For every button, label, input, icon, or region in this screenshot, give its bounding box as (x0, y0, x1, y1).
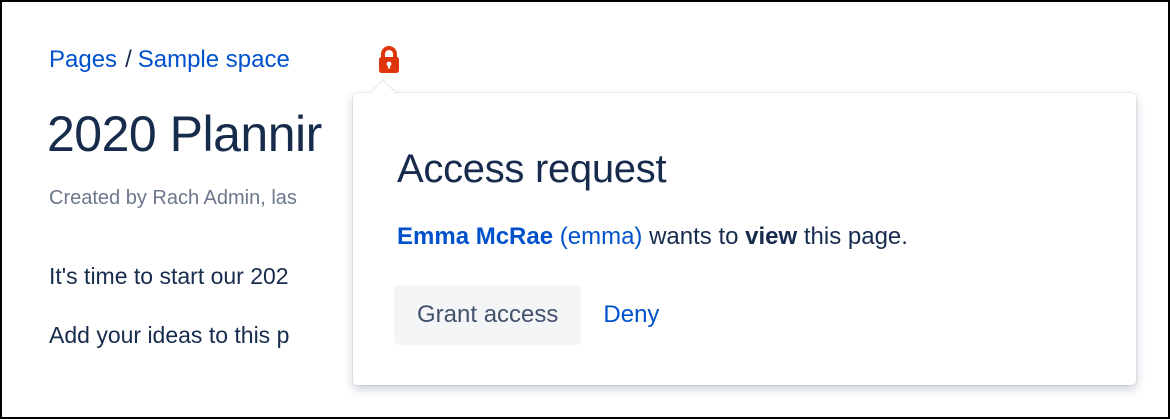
dialog-title: Access request (397, 147, 667, 191)
access-request-message: Emma McRae (emma) wants to view this pag… (397, 221, 908, 253)
body-paragraph: It's time to start our 202 (49, 263, 289, 289)
dialog-pointer (371, 80, 395, 104)
dialog-actions: Grant access Deny (394, 285, 659, 345)
requester-username: (emma) (559, 223, 643, 250)
page-title: 2020 Plannir (47, 106, 322, 162)
breadcrumb-separator: / (125, 46, 132, 73)
breadcrumb-pages-link[interactable]: Pages (49, 46, 117, 73)
request-text-suffix: this page. (803, 223, 908, 250)
page-frame: Pages / Sample space 2020 Plannir Created … (0, 0, 1170, 419)
deny-button[interactable]: Deny (603, 285, 659, 345)
breadcrumb: Pages / Sample space (49, 44, 290, 76)
requester-name-link[interactable]: Emma McRae (397, 223, 553, 250)
lock-icon[interactable] (374, 44, 404, 76)
access-request-dialog: Access request Emma McRae (emma) wants t… (353, 80, 1136, 385)
requested-permission: view (745, 223, 798, 250)
body-paragraph: Add your ideas to this p (49, 322, 290, 348)
breadcrumb-space-link[interactable]: Sample space (138, 46, 290, 73)
page-byline: Created by Rach Admin, las (49, 187, 297, 209)
request-text: wants to (649, 223, 739, 250)
grant-access-button[interactable]: Grant access (394, 285, 582, 345)
